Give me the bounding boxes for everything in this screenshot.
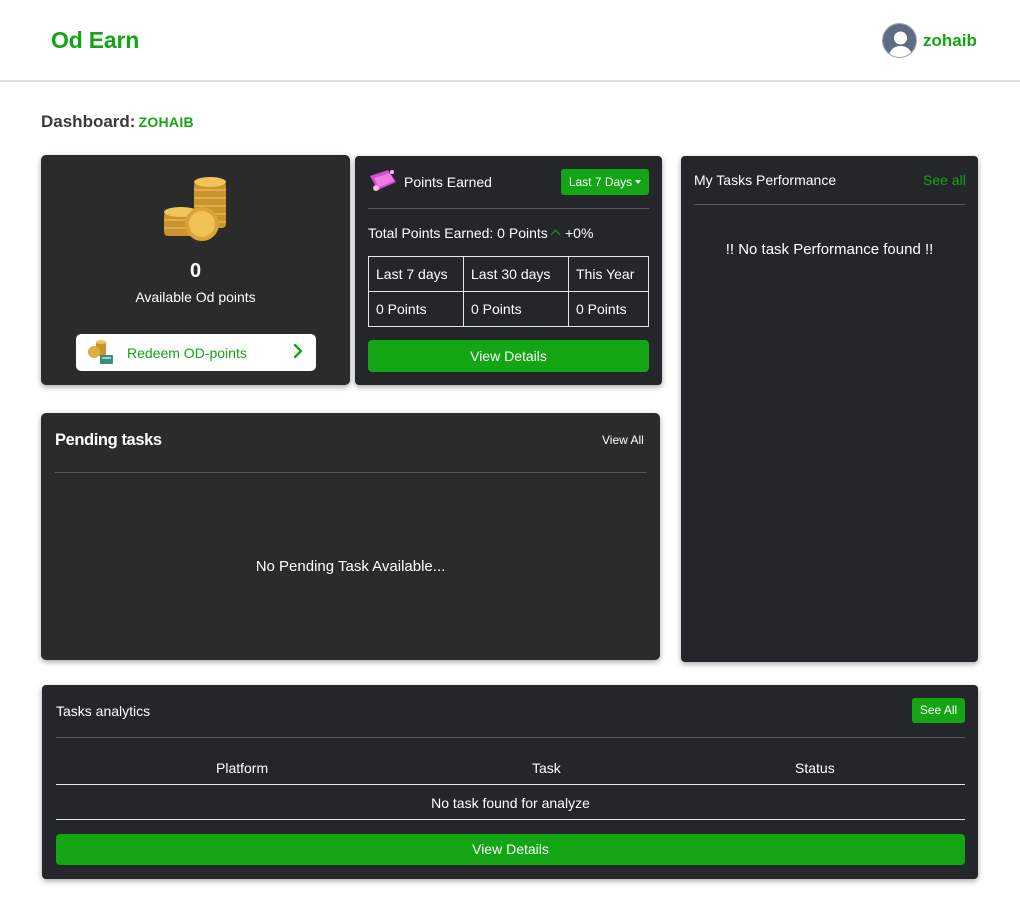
brand-logo[interactable]: Od Earn (51, 27, 139, 54)
range-dropdown[interactable]: Last 7 Days (561, 169, 649, 195)
table-cell: This Year (568, 256, 649, 292)
performance-empty-message: !! No task Performance found !! (725, 241, 934, 258)
points-change-value: +0% (565, 225, 594, 241)
pending-empty-message: No Pending Task Available... (255, 558, 446, 575)
table-rule (56, 784, 965, 785)
coins-redeem-icon (86, 340, 114, 365)
column-header-platform: Platform (216, 760, 269, 776)
range-dropdown-label: Last 7 Days (568, 175, 633, 189)
user-name[interactable]: zohaib (923, 31, 977, 51)
divider (56, 737, 965, 738)
arrow-up-icon (550, 229, 561, 240)
divider (55, 472, 646, 473)
table-cell: Last 30 days (463, 256, 569, 292)
redeem-points-label: Redeem OD-points (127, 345, 247, 361)
performance-title: My Tasks Performance (694, 172, 837, 188)
table-header-row: Last 7 days Last 30 days This Year (368, 256, 649, 292)
table-cell: 0 Points (568, 291, 649, 327)
total-points-text: Total Points Earned: 0 Points (368, 225, 548, 241)
user-avatar-icon[interactable] (882, 23, 917, 58)
points-change: +0% (550, 225, 594, 241)
table-rule (56, 819, 965, 820)
analytics-see-all-button[interactable]: See All (912, 698, 965, 723)
table-cell: 0 Points (368, 291, 464, 327)
page-title: Dashboard: ZOHAIB (41, 112, 194, 132)
pending-view-all-link[interactable]: View All (602, 433, 644, 447)
analytics-title: Tasks analytics (56, 703, 151, 719)
gold-coins-icon (162, 174, 230, 244)
performance-see-all-link[interactable]: See all (923, 172, 966, 188)
column-header-status: Status (795, 760, 835, 776)
divider (368, 208, 649, 209)
table-cell: 0 Points (463, 291, 569, 327)
task-performance-card (681, 156, 978, 662)
dashboard-label: Dashboard: (41, 112, 136, 131)
caret-down-icon (635, 179, 642, 184)
divider (694, 204, 965, 205)
analytics-empty-message: No task found for analyze (431, 795, 590, 811)
top-navbar: Od Earn zohaib (0, 0, 1020, 82)
available-points-value: 0 (189, 260, 202, 282)
redeem-points-button[interactable]: Redeem OD-points (76, 334, 316, 371)
pending-tasks-title: Pending tasks (55, 431, 162, 449)
table-cell: Last 7 days (368, 256, 464, 292)
available-points-label: Available Od points (135, 289, 256, 305)
table-row: 0 Points 0 Points 0 Points (368, 291, 649, 327)
points-summary-table: Last 7 days Last 30 days This Year 0 Poi… (368, 256, 649, 327)
analytics-view-details-button[interactable]: View Details (56, 834, 965, 865)
points-view-details-button[interactable]: View Details (368, 340, 649, 372)
dashboard-username: ZOHAIB (138, 114, 194, 130)
column-header-task: Task (532, 760, 561, 776)
ticket-icon (368, 168, 398, 194)
points-earned-title: Points Earned (404, 174, 492, 190)
pending-tasks-card (41, 413, 660, 660)
chevron-right-icon (292, 342, 304, 360)
